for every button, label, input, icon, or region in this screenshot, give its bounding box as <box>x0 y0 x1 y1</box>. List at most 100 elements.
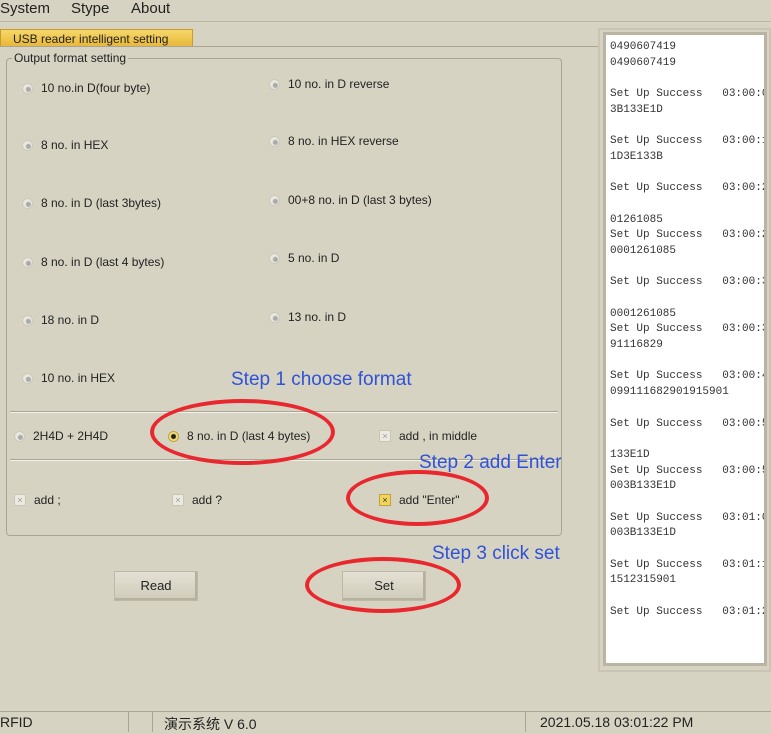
radio-icon <box>14 430 25 442</box>
group-label: Output format setting <box>12 51 129 65</box>
log-line: Set Up Success 03:00:5 <box>610 464 767 477</box>
tab-usb-reader-setting[interactable]: USB reader intelligent setting <box>0 29 193 47</box>
radio-format[interactable]: 18 no. in D <box>22 313 99 327</box>
status-datetime: 2021.05.18 03:01:22 PM <box>540 714 694 730</box>
radio-format[interactable]: 10 no. in D reverse <box>269 77 389 91</box>
log-line: Set Up Success 03:00:3 <box>610 276 767 289</box>
checkbox-add-semicolon[interactable]: × add ; <box>14 493 61 507</box>
radio-icon <box>22 82 33 94</box>
annotation-circle <box>150 399 335 465</box>
menu-system[interactable]: System <box>0 0 50 17</box>
radio-format[interactable]: 8 no. in HEX <box>22 138 108 152</box>
radio-label: 2H4D + 2H4D <box>33 429 109 443</box>
log-line: Set Up Success 03:00:5 <box>610 417 767 430</box>
log-line: Set Up Success 03:01:1 <box>610 558 767 571</box>
radio-icon <box>269 135 280 147</box>
log-line: Set Up Success 03:01:0 <box>610 511 767 524</box>
radio-label: 8 no. in HEX <box>41 138 109 152</box>
radio-2h4d[interactable]: 2H4D + 2H4D <box>14 429 108 443</box>
log-line: Set Up Success 03:00:2 <box>610 229 767 242</box>
radio-icon <box>22 314 33 326</box>
checkbox-add-question[interactable]: × add ? <box>172 493 222 507</box>
status-bar: RFID 演示系统 V 6.0 2021.05.18 03:01:22 PM <box>0 711 771 732</box>
log-line: 099111682901915901 <box>610 386 729 399</box>
checkbox-icon: × <box>172 494 184 506</box>
radio-icon <box>22 372 33 384</box>
tab-divider <box>0 46 600 47</box>
checkbox-add-comma-middle[interactable]: × add , in middle <box>379 429 477 443</box>
radio-icon <box>269 311 280 323</box>
menu-bar: System Stype About <box>0 0 771 22</box>
read-button[interactable]: Read <box>114 571 198 601</box>
log-line: 3B133E1D <box>610 103 663 116</box>
log-line: Set Up Success 03:00:3 <box>610 323 767 336</box>
annotation-circle <box>305 557 461 613</box>
annotation-step3: Step 3 click set <box>432 543 560 564</box>
log-output[interactable]: 0490607419 0490607419 Set Up Success 03:00… <box>603 32 767 666</box>
checkbox-icon: × <box>379 430 391 442</box>
radio-format[interactable]: 10 no.in D(four byte) <box>22 81 150 95</box>
radio-label: 00+8 no. in D (last 3 bytes) <box>288 193 432 207</box>
checkbox-label: add ? <box>192 493 223 507</box>
annotation-circle <box>346 470 489 526</box>
radio-label: 18 no. in D <box>41 313 100 327</box>
radio-label: 5 no. in D <box>288 251 340 265</box>
annotation-step2: Step 2 add Enter <box>419 452 562 473</box>
checkbox-icon: × <box>14 494 26 506</box>
checkbox-label: add ; <box>34 493 61 507</box>
radio-format[interactable]: 8 no. in HEX reverse <box>269 134 399 148</box>
menu-about[interactable]: About <box>131 0 170 17</box>
log-line: 1512315901 <box>610 574 677 587</box>
radio-format[interactable]: 13 no. in D <box>269 310 346 324</box>
log-line: 1D3E133B <box>610 150 663 163</box>
status-app: RFID <box>0 714 33 730</box>
log-line: 0001261085 <box>610 244 677 257</box>
radio-label: 8 no. in HEX reverse <box>288 134 399 148</box>
log-line: 003B133E1D <box>610 480 677 493</box>
radio-label: 13 no. in D <box>288 310 347 324</box>
radio-label: 8 no. in D (last 4 bytes) <box>41 255 165 269</box>
log-line: Set Up Success 03:00:4 <box>610 370 767 383</box>
log-line: 003B133E1D <box>610 527 677 540</box>
log-line: 0001261085 <box>610 307 677 320</box>
radio-icon <box>269 194 280 206</box>
log-line: Set Up Success 03:00:0 <box>610 88 767 101</box>
radio-label: 10 no. in D reverse <box>288 77 390 91</box>
radio-label: 10 no.in D(four byte) <box>41 81 151 95</box>
radio-icon <box>269 252 280 264</box>
log-line: 0490607419 <box>610 41 677 53</box>
radio-label: 8 no. in D (last 3bytes) <box>41 196 162 210</box>
log-line: 0490607419 <box>610 56 677 69</box>
log-line: Set Up Success 03:01:2 <box>610 605 767 618</box>
radio-format[interactable]: 8 no. in D (last 3bytes) <box>22 196 161 210</box>
radio-icon <box>22 139 33 151</box>
log-line: Set Up Success 03:00:1 <box>610 135 767 148</box>
radio-icon <box>22 256 33 268</box>
radio-format[interactable]: 10 no. in HEX <box>22 371 115 385</box>
status-version: 演示系统 V 6.0 <box>164 716 257 732</box>
checkbox-label: add , in middle <box>399 429 478 443</box>
log-line: 91116829 <box>610 339 663 352</box>
annotation-step1: Step 1 choose format <box>231 369 412 390</box>
radio-icon <box>22 197 33 209</box>
radio-label: 10 no. in HEX <box>41 371 116 385</box>
menu-stype[interactable]: Stype <box>71 0 109 17</box>
log-line: 133E1D <box>610 448 650 461</box>
radio-icon <box>269 78 280 90</box>
radio-format[interactable]: 8 no. in D (last 4 bytes) <box>22 255 164 269</box>
radio-format[interactable]: 5 no. in D <box>269 251 339 265</box>
radio-format[interactable]: 00+8 no. in D (last 3 bytes) <box>269 193 432 207</box>
log-line: Set Up Success 03:00:2 <box>610 182 767 195</box>
